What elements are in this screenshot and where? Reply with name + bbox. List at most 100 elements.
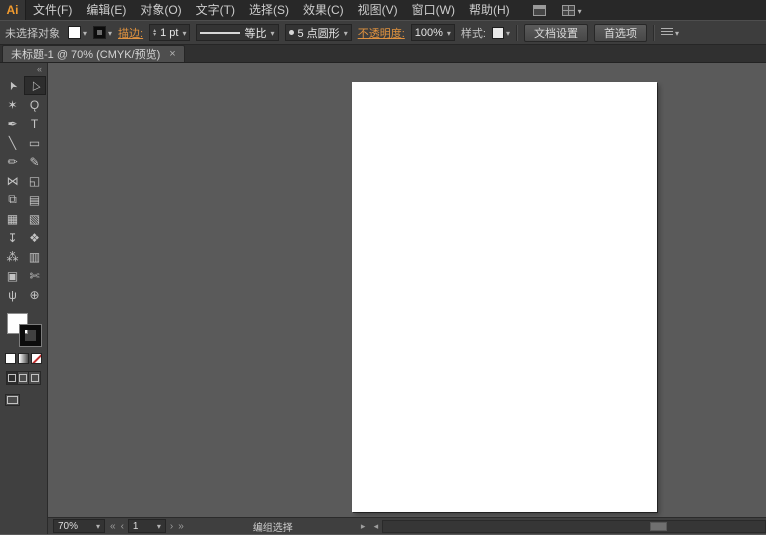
scroll-left-button[interactable] [369,521,382,532]
canvas[interactable] [48,63,766,517]
draw-inside-button[interactable] [29,372,40,384]
document-setup-button[interactable]: 文档设置 [524,24,588,42]
gradient-button[interactable] [18,353,29,364]
free-transform-tool-icon: ◱ [29,174,40,188]
menu-item-view[interactable]: 视图(V) [351,0,405,20]
chevron-down-icon [83,27,87,39]
control-panel-menu-button[interactable] [661,27,679,39]
horizontal-scrollbar-thumb[interactable] [650,522,667,531]
first-artboard-button[interactable]: « [109,521,117,532]
horizontal-scrollbar-track[interactable] [382,520,766,533]
tool-column-graph[interactable]: ▥ [24,247,46,266]
tool-perspective-grid[interactable]: ▤ [24,190,46,209]
menu-item-effect[interactable]: 效果(C) [296,0,351,20]
status-bar: 70% « ‹ 1 › » 编组选择 [48,517,766,534]
tool-shape-builder[interactable]: ⧉ [2,190,24,209]
stroke-color-swatch[interactable] [20,325,41,346]
tool-width[interactable]: ⋈ [2,171,24,190]
tool-line-segment[interactable]: ╲ [2,133,24,152]
menu-item-type[interactable]: 文字(T) [189,0,242,20]
tool-slice[interactable]: ✄ [24,266,46,285]
tool-hand[interactable]: ψ [2,285,24,304]
tool-artboard[interactable]: ▣ [2,266,24,285]
style-swatch-icon [492,27,504,39]
none-button[interactable] [31,353,42,364]
tool-zoom[interactable]: ⊕ [24,285,46,304]
lasso-tool-icon: Ǫ [30,98,39,112]
tool-selection[interactable]: ➤ [2,76,24,95]
tool-pen[interactable]: ✒ [2,114,24,133]
menu-item-file[interactable]: 文件(F) [26,0,79,20]
brush-definition-value: 5 点圆形 [298,25,340,41]
tool-eyedropper[interactable]: ↧ [2,228,24,247]
zoom-level-combo[interactable]: 70% [53,519,105,533]
document-tab-title: 未标题-1 @ 70% (CMYK/预览) [11,46,160,62]
menu-item-window[interactable]: 窗口(W) [405,0,462,20]
last-artboard-button[interactable]: » [177,521,185,532]
status-popup-button[interactable] [361,521,366,532]
tool-blend[interactable]: ❖ [24,228,46,247]
preferences-button[interactable]: 首选项 [594,24,647,42]
tools-panel-collapse-button[interactable]: « [0,63,47,76]
artboard-navigation: « ‹ 1 › » [109,519,185,533]
zoom-tool-icon: ⊕ [29,288,39,302]
draw-normal-button[interactable] [7,372,18,384]
chevron-down-icon [96,521,100,532]
menu-item-help[interactable]: 帮助(H) [462,0,517,20]
stroke-color-dropdown[interactable] [93,26,112,39]
tool-direct-selection[interactable]: ▷ [24,76,46,95]
eyedropper-tool-icon: ↧ [7,231,17,245]
stroke-swatch-icon [93,26,106,39]
fill-color-dropdown[interactable] [68,26,87,39]
zoom-level-value: 70% [58,521,78,532]
tool-pencil[interactable]: ✎ [24,152,46,171]
width-profile-dropdown[interactable]: 等比 [196,24,278,41]
menu-item-select[interactable]: 选择(S) [242,0,296,20]
type-tool-icon: T [31,117,38,131]
document-window-button[interactable] [533,5,546,16]
menu-item-edit[interactable]: 编辑(E) [79,0,133,20]
chevron-down-icon [182,27,186,39]
stroke-panel-link[interactable]: 描边: [118,25,143,41]
app-bar-icons [533,3,582,17]
tool-mesh[interactable]: ▦ [2,209,24,228]
next-artboard-button[interactable]: › [169,521,174,532]
pen-tool-icon: ✒ [7,117,17,131]
line-segment-tool-icon: ╲ [9,136,16,150]
stepper-icon [153,29,156,37]
tool-magic-wand[interactable]: ✶ [2,95,24,114]
separator [516,25,518,41]
brush-definition-dropdown[interactable]: 5 点圆形 [285,24,352,41]
previous-artboard-button[interactable]: ‹ [120,521,125,532]
tool-symbol-sprayer[interactable]: ⁂ [2,247,24,266]
screen-mode-button[interactable] [5,394,20,406]
stroke-weight-combo[interactable]: 1 pt [149,24,190,41]
opacity-combo[interactable]: 100% [411,24,455,41]
menu-item-object[interactable]: 对象(O) [133,0,188,20]
artboard[interactable] [352,82,657,512]
arrange-documents-button[interactable] [562,3,582,17]
artboard-number-combo[interactable]: 1 [128,519,166,533]
color-button[interactable] [5,353,16,364]
tool-gradient[interactable]: ▧ [24,209,46,228]
close-icon[interactable]: × [169,49,175,60]
tool-rectangle[interactable]: ▭ [24,133,46,152]
chevron-down-icon [344,27,348,39]
draw-behind-button[interactable] [18,372,29,384]
style-dropdown[interactable] [492,27,510,39]
chevron-down-icon [447,27,451,39]
document-tab[interactable]: 未标题-1 @ 70% (CMYK/预览) × [2,45,185,62]
stroke-profile-icon [200,32,240,34]
chevron-down-icon [578,3,582,17]
tool-lasso[interactable]: Ǫ [24,95,46,114]
pencil-tool-icon: ✎ [29,155,39,169]
style-label: 样式: [461,25,486,41]
blend-tool-icon: ❖ [29,231,40,245]
tool-paintbrush[interactable]: ✏ [2,152,24,171]
tool-type[interactable]: T [24,114,46,133]
tool-free-transform[interactable]: ◱ [24,171,46,190]
control-bar: 未选择对象 描边: 1 pt 等比 5 点圆形 不透明度: 100% [0,20,766,45]
chevron-down-icon [157,521,161,532]
opacity-panel-link[interactable]: 不透明度: [358,25,405,41]
panel-menu-icon [661,28,673,37]
